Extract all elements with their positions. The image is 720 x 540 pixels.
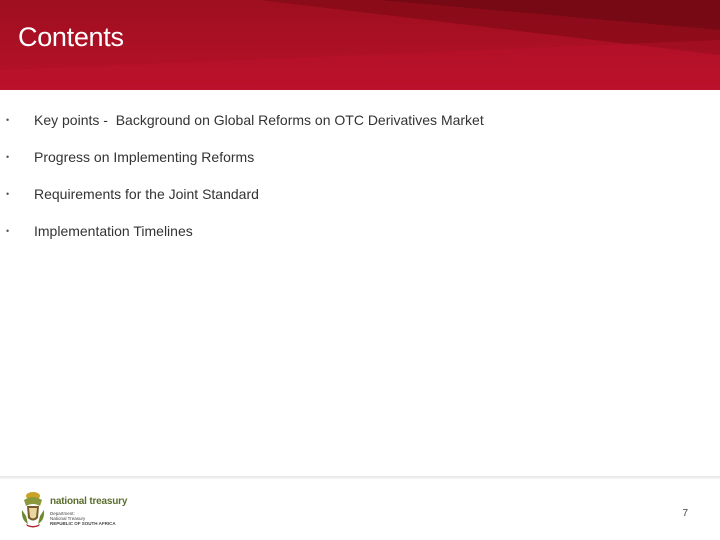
list-item-text: Implementation Timelines (34, 223, 193, 239)
page-number: 7 (682, 508, 688, 519)
logo-brand-text: national treasury (50, 496, 128, 507)
list-item: • Requirements for the Joint Standard (0, 177, 720, 214)
list-item: • Implementation Timelines (0, 214, 720, 251)
list-item: • Progress on Implementing Reforms (0, 140, 720, 177)
list-item-text: Progress on Implementing Reforms (34, 149, 255, 165)
coat-of-arms-icon (21, 492, 45, 528)
bullet-icon: • (6, 152, 10, 162)
footer-divider (0, 476, 720, 479)
contents-list: • Key points - Background on Global Refo… (0, 103, 720, 251)
list-item-text: Requirements for the Joint Standard (34, 186, 259, 202)
list-item: • Key points - Background on Global Refo… (0, 103, 720, 140)
national-treasury-logo: national treasury Department: National T… (20, 490, 150, 528)
logo-line-3: REPUBLIC OF SOUTH AFRICA (50, 521, 116, 526)
header-banner: Contents (0, 0, 720, 90)
list-item-text: Key points - Background on Global Reform… (34, 112, 484, 128)
bullet-icon: • (6, 226, 10, 236)
bullet-icon: • (6, 115, 10, 125)
page-title: Contents (18, 22, 124, 52)
bullet-icon: • (6, 189, 10, 199)
